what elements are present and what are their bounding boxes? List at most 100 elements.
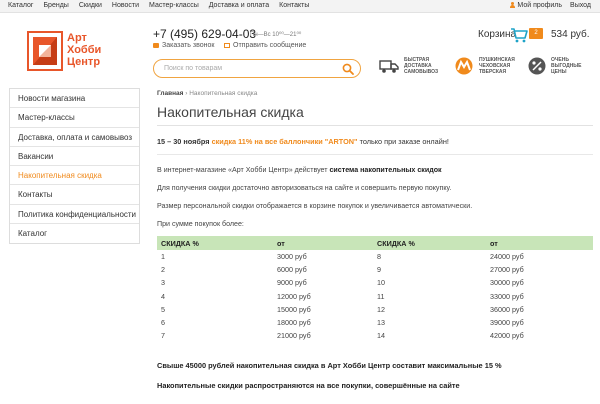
- breadcrumb: Главная › Накопительная скидка: [157, 90, 257, 97]
- top-bar: Каталог Бренды Скидки Новости Мастер-кла…: [0, 0, 600, 13]
- sidebar-item-news[interactable]: Новости магазина: [10, 89, 139, 109]
- sidebar-item-contacts[interactable]: Контакты: [10, 185, 139, 205]
- sidebar-item-delivery[interactable]: Доставка, оплата и самовывоз: [10, 128, 139, 147]
- feature-delivery: БЫСТРАЯ ДОСТАВКА САМОВЫВОЗ: [379, 57, 448, 75]
- scope-note: Накопительные скидки распространяются на…: [157, 381, 460, 390]
- info-paragraph-auth: Для получения скидки достаточно авторизо…: [157, 184, 452, 192]
- profile-link[interactable]: Мой профиль: [510, 2, 562, 9]
- table-cell: 3: [161, 278, 165, 288]
- working-hours: Пн—Вс 10⁰⁰—21⁰⁰: [250, 32, 302, 38]
- page-title: Накопительная скидка: [157, 104, 304, 120]
- logo-text: Арт Хобби Центр: [67, 32, 102, 68]
- column-header: от: [486, 236, 593, 250]
- feature-delivery-text: БЫСТРАЯ ДОСТАВКА САМОВЫВОЗ: [404, 57, 439, 75]
- breadcrumb-separator: ›: [185, 90, 188, 97]
- title-divider: [157, 125, 593, 126]
- phone-icon: [153, 43, 159, 48]
- table-cell: 8: [377, 252, 381, 262]
- top-nav-news[interactable]: Новости: [112, 2, 139, 9]
- table-row: 2 6000 руб 9 27000 руб: [157, 263, 593, 276]
- table-cell: 21000 руб: [277, 331, 311, 341]
- column-header: СКИДКА %: [373, 236, 486, 250]
- table-cell: 2: [161, 265, 165, 275]
- callback-link[interactable]: Заказать звонок: [153, 42, 214, 49]
- intro-paragraph: В интернет-магазине «Арт Хобби Центр» де…: [157, 166, 442, 174]
- sidebar-item-catalog[interactable]: Каталог: [10, 224, 139, 243]
- table-cell: 24000 руб: [490, 252, 524, 262]
- promo-tail: только при заказе онлайн!: [359, 137, 449, 146]
- table-row: 1 3000 руб 8 24000 руб: [157, 250, 593, 263]
- search-box[interactable]: Поиск по товарам: [153, 59, 361, 78]
- table-cell: 13: [377, 318, 385, 328]
- promo-offer: скидка 11% на все баллончики "ARTON": [211, 137, 358, 146]
- logo-mark-icon: [27, 31, 63, 71]
- table-row: 7 21000 руб 14 42000 руб: [157, 329, 593, 342]
- info-paragraph-size: Размер персональной скидки отображается …: [157, 202, 473, 210]
- table-row: 3 9000 руб 10 30000 руб: [157, 276, 593, 289]
- table-cell: 5: [161, 304, 165, 314]
- search-input[interactable]: Поиск по товарам: [164, 65, 222, 72]
- table-cell: 18000 руб: [277, 318, 311, 328]
- table-cell: 3000 руб: [277, 252, 307, 262]
- feature-metro-text: ПУШКИНСКАЯ ЧЕХОВСКАЯ ТВЕРСКАЯ: [479, 57, 515, 75]
- site-logo[interactable]: Арт Хобби Центр: [27, 31, 122, 75]
- promo-line: 15 – 30 ноября скидка 11% на все баллонч…: [157, 137, 449, 146]
- table-cell: 11: [377, 291, 385, 301]
- envelope-icon: [224, 43, 230, 48]
- table-cell: 42000 руб: [490, 331, 524, 341]
- table-caption: При сумме покупок более:: [157, 220, 244, 228]
- table-cell: 12000 руб: [277, 291, 311, 301]
- feature-prices-text: ОЧЕНЬ ВЫГОДНЫЕ ЦЕНЫ: [551, 57, 582, 75]
- feature-prices: ОЧЕНЬ ВЫГОДНЫЕ ЦЕНЫ: [528, 57, 587, 75]
- table-cell: 39000 руб: [490, 318, 524, 328]
- table-row: 6 18000 руб 13 39000 руб: [157, 316, 593, 329]
- sidebar-menu: Новости магазина Мастер-классы Доставка,…: [9, 88, 140, 245]
- cart-sum: 534 руб.: [551, 29, 590, 40]
- table-cell: 27000 руб: [490, 265, 524, 275]
- top-nav-discounts[interactable]: Скидки: [79, 2, 102, 9]
- table-header-row: СКИДКА % от СКИДКА % от: [157, 236, 593, 250]
- cart-count-badge: 2: [529, 28, 543, 39]
- column-header: СКИДКА %: [157, 236, 273, 250]
- feature-metro: ПУШКИНСКАЯ ЧЕХОВСКАЯ ТВЕРСКАЯ: [454, 57, 523, 75]
- breadcrumb-home[interactable]: Главная: [157, 90, 183, 97]
- discount-table: СКИДКА % от СКИДКА % от 1 3000 руб 8 24000 …: [157, 236, 593, 342]
- logout-link[interactable]: Выход: [570, 2, 591, 9]
- cart-icon[interactable]: [510, 27, 528, 43]
- message-link[interactable]: Отправить сообщение: [224, 42, 306, 49]
- promo-dates: 15 – 30 ноября: [157, 137, 210, 146]
- top-nav-contacts[interactable]: Контакты: [279, 2, 309, 9]
- search-icon[interactable]: [342, 63, 354, 75]
- top-nav-brands[interactable]: Бренды: [43, 2, 68, 9]
- table-cell: 12: [377, 304, 385, 314]
- table-cell: 30000 руб: [490, 278, 524, 288]
- percent-icon: [528, 57, 546, 75]
- table-cell: 6: [161, 318, 165, 328]
- sidebar-item-loyalty-discount[interactable]: Накопительная скидка: [10, 166, 139, 186]
- table-cell: 33000 руб: [490, 291, 524, 301]
- top-nav-master-classes[interactable]: Мастер-классы: [149, 2, 199, 9]
- table-cell: 6000 руб: [277, 265, 307, 275]
- sidebar-item-privacy[interactable]: Политика конфиденциальности: [10, 205, 139, 225]
- table-cell: 15000 руб: [277, 304, 311, 314]
- column-header: от: [273, 236, 373, 250]
- max-discount-note: Свыше 45000 рублей накопительная скидка …: [157, 361, 502, 370]
- breadcrumb-current: Накопительная скидка: [189, 90, 258, 97]
- phone-number[interactable]: +7 (495) 629-04-03: [153, 27, 256, 41]
- promo-divider: [157, 154, 593, 155]
- table-cell: 10: [377, 278, 385, 288]
- user-icon: [510, 2, 516, 8]
- table-cell: 1: [161, 252, 165, 262]
- top-nav-delivery[interactable]: Доставка и оплата: [209, 2, 269, 9]
- table-row: 4 12000 руб 11 33000 руб: [157, 290, 593, 303]
- table-cell: 9000 руб: [277, 278, 307, 288]
- discount-system-highlight: система накопительных скидок: [329, 166, 442, 174]
- table-cell: 36000 руб: [490, 304, 524, 314]
- top-nav-catalog[interactable]: Каталог: [8, 2, 33, 9]
- table-cell: 14: [377, 331, 385, 341]
- table-row: 5 15000 руб 12 36000 руб: [157, 303, 593, 316]
- sidebar-item-master-classes[interactable]: Мастер-классы: [10, 108, 139, 128]
- truck-icon: [379, 60, 399, 73]
- sidebar-item-vacancies[interactable]: Вакансии: [10, 147, 139, 167]
- profile-label: Мой профиль: [517, 2, 563, 9]
